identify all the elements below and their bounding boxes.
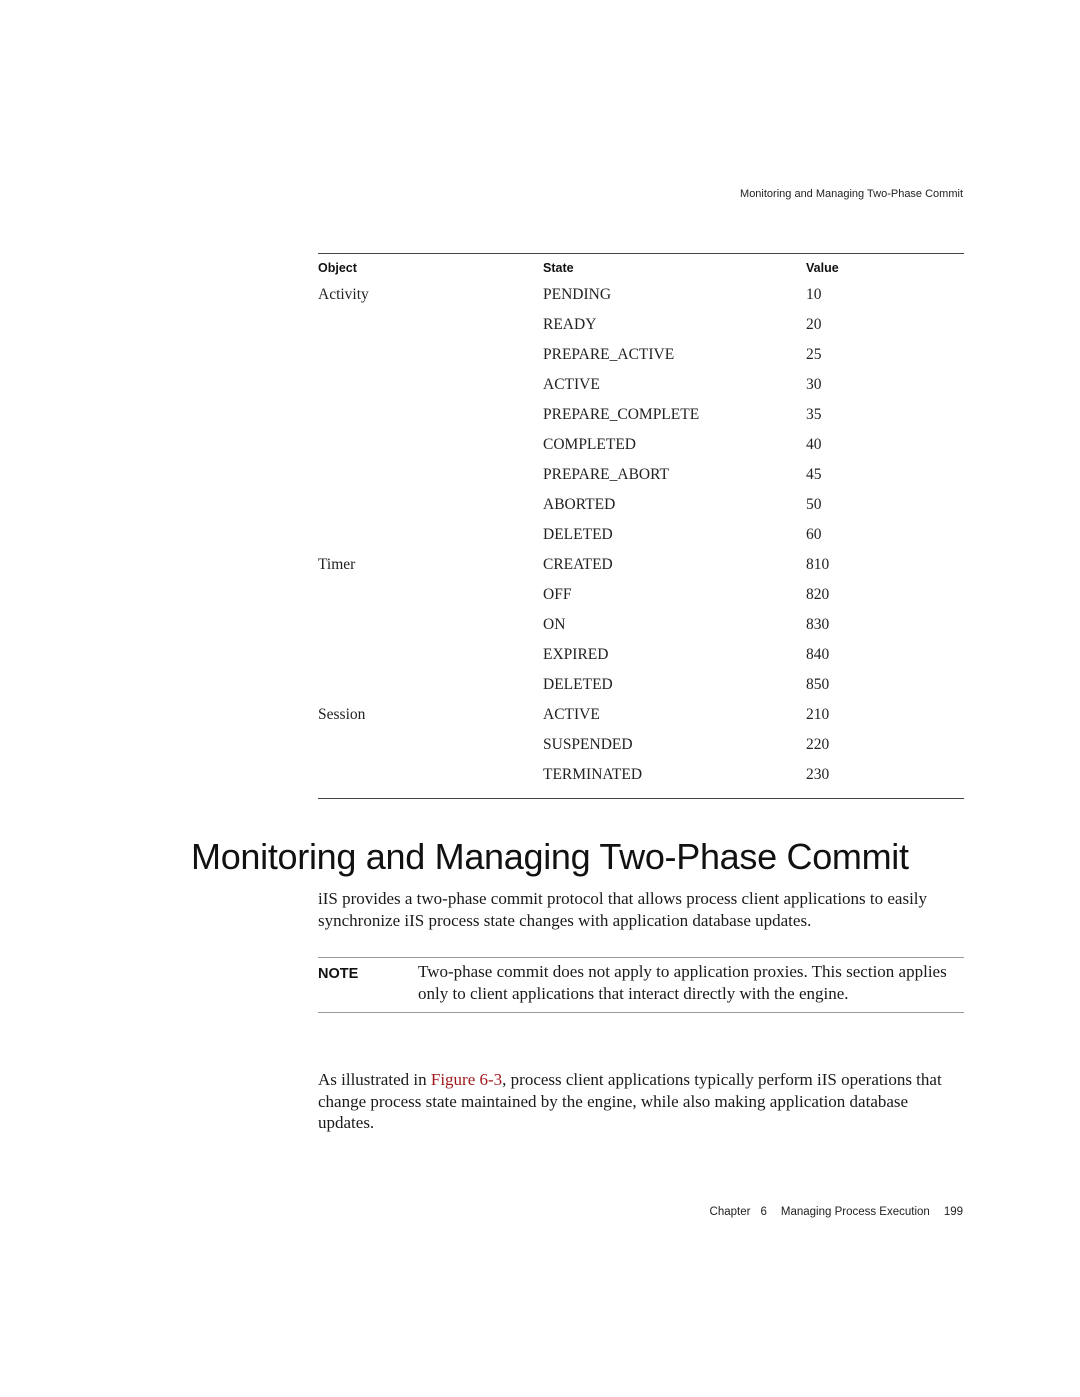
- cell-object: [318, 580, 543, 610]
- cell-object: [318, 640, 543, 670]
- cell-value: 810: [806, 556, 830, 573]
- table-row: PREPARE_ABORT 45: [318, 460, 964, 490]
- cell-value: 830: [806, 616, 830, 633]
- figure-reference-paragraph: As illustrated in Figure 6-3, process cl…: [318, 1069, 968, 1134]
- table-row: PREPARE_COMPLETE 35: [318, 400, 964, 430]
- cell-state: ON: [543, 616, 566, 633]
- cell-state: SUSPENDED: [543, 736, 633, 753]
- table-row: PREPARE_ACTIVE 25: [318, 340, 964, 370]
- table-row: Timer CREATED 810: [318, 550, 964, 580]
- cell-state: TERMINATED: [543, 766, 643, 783]
- cell-object: Session: [318, 706, 366, 723]
- cell-object: [318, 520, 543, 550]
- cell-state: DELETED: [543, 676, 613, 693]
- cell-value: 230: [806, 766, 830, 783]
- cell-state: READY: [543, 316, 597, 333]
- cell-value: 60: [806, 526, 822, 543]
- page-footer: Chapter 6 Managing Process Execution 199: [700, 1206, 963, 1218]
- table-row: OFF 820: [318, 580, 964, 610]
- table-row: ON 830: [318, 610, 964, 640]
- table-row: ABORTED 50: [318, 490, 964, 520]
- cell-value: 210: [806, 706, 830, 723]
- footer-chapter-number: 6: [760, 1206, 767, 1218]
- note-text: Two-phase commit does not apply to appli…: [418, 962, 947, 1003]
- table-row: TERMINATED 230: [318, 760, 964, 790]
- cell-object: [318, 400, 543, 430]
- table-header-row: Object State Value: [318, 254, 964, 280]
- cell-object: [318, 730, 543, 760]
- cell-value: 50: [806, 496, 822, 513]
- cell-state: ABORTED: [543, 496, 616, 513]
- cell-value: 25: [806, 346, 822, 363]
- table-row: EXPIRED 840: [318, 640, 964, 670]
- column-header-object: Object: [318, 261, 357, 275]
- state-value-table: Object State Value Activity PENDING 10 READ…: [318, 253, 964, 799]
- cell-value: 10: [806, 286, 822, 303]
- running-header: Monitoring and Managing Two-Phase Commit: [740, 188, 963, 200]
- cell-value: 35: [806, 406, 822, 423]
- cell-object: [318, 370, 543, 400]
- cell-state: DELETED: [543, 526, 613, 543]
- table-body: Activity PENDING 10 READY 20 PREPARE_ACTIVE 25…: [318, 280, 964, 790]
- cell-state: PENDING: [543, 286, 612, 303]
- cell-object: [318, 760, 543, 790]
- cell-object: [318, 460, 543, 490]
- cell-object: [318, 430, 543, 460]
- cell-state: ACTIVE: [543, 376, 600, 393]
- footer-chapter-title: Managing Process Execution: [780, 1206, 930, 1218]
- cell-value: 820: [806, 586, 830, 603]
- cell-object: Timer: [318, 556, 356, 573]
- note-label: NOTE: [318, 966, 359, 982]
- table-bottom-rule: [318, 798, 964, 799]
- cell-value: 850: [806, 676, 830, 693]
- cell-state: OFF: [543, 586, 572, 603]
- cell-value: 840: [806, 646, 830, 663]
- cell-object: [318, 610, 543, 640]
- cell-value: 30: [806, 376, 822, 393]
- cell-object: [318, 310, 543, 340]
- cell-state: EXPIRED: [543, 646, 609, 663]
- cell-value: 20: [806, 316, 822, 333]
- cell-state: PREPARE_ABORT: [543, 466, 669, 483]
- paragraph-text-before-link: As illustrated in: [318, 1070, 431, 1089]
- cell-object: Activity: [318, 286, 369, 303]
- column-header-value: Value: [806, 261, 839, 275]
- cell-state: ACTIVE: [543, 706, 600, 723]
- column-header-state: State: [543, 261, 574, 275]
- table-row: ACTIVE 30: [318, 370, 964, 400]
- cell-value: 220: [806, 736, 830, 753]
- note-box: NOTE Two-phase commit does not apply to …: [318, 957, 964, 1013]
- footer-chapter-label: Chapter: [709, 1206, 751, 1218]
- cell-value: 40: [806, 436, 822, 453]
- table-row: DELETED 60: [318, 520, 964, 550]
- table-row: READY 20: [318, 310, 964, 340]
- footer-page-number: 199: [943, 1206, 963, 1218]
- cell-object: [318, 670, 543, 700]
- table-row: Activity PENDING 10: [318, 280, 964, 310]
- cell-object: [318, 340, 543, 370]
- section-title: Monitoring and Managing Two-Phase Commit: [191, 836, 909, 877]
- table-row: SUSPENDED 220: [318, 730, 964, 760]
- cell-state: COMPLETED: [543, 436, 636, 453]
- cell-value: 45: [806, 466, 822, 483]
- cell-state: PREPARE_ACTIVE: [543, 346, 675, 363]
- table-row: DELETED 850: [318, 670, 964, 700]
- table-row: Session ACTIVE 210: [318, 700, 964, 730]
- cell-state: PREPARE_COMPLETE: [543, 406, 700, 423]
- cell-object: [318, 490, 543, 520]
- table-row: COMPLETED 40: [318, 430, 964, 460]
- cell-state: CREATED: [543, 556, 613, 573]
- figure-6-3-link[interactable]: Figure 6-3: [431, 1070, 502, 1089]
- intro-paragraph: iIS provides a two-phase commit protocol…: [318, 889, 928, 930]
